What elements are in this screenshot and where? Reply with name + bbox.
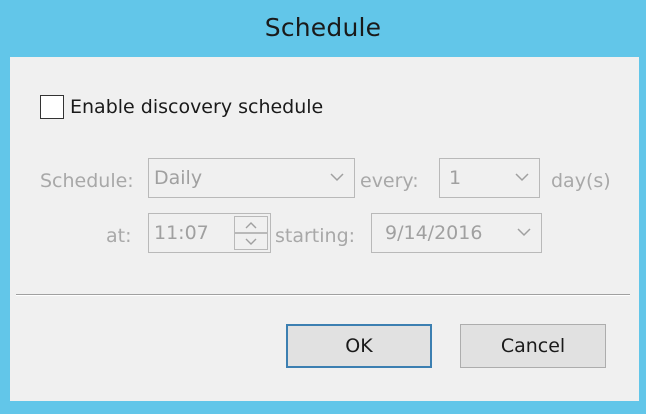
cancel-button[interactable]: Cancel bbox=[460, 324, 606, 368]
ok-button[interactable]: OK bbox=[286, 324, 432, 368]
every-label: every: bbox=[360, 170, 419, 192]
chevron-down-icon bbox=[245, 238, 257, 245]
at-label: at: bbox=[106, 225, 132, 247]
enable-schedule-label[interactable]: Enable discovery schedule bbox=[70, 95, 323, 119]
schedule-label: Schedule: bbox=[40, 170, 134, 192]
schedule-frequency-select[interactable]: Daily bbox=[148, 158, 355, 198]
chevron-down-icon bbox=[515, 173, 529, 182]
separator bbox=[16, 294, 630, 295]
window-title: Schedule bbox=[264, 12, 382, 42]
chevron-down-icon bbox=[517, 228, 531, 237]
time-spin-up-button[interactable] bbox=[234, 216, 268, 233]
chevron-down-icon bbox=[330, 173, 344, 182]
schedule-frequency-value: Daily bbox=[154, 167, 203, 189]
time-spin-down-button[interactable] bbox=[234, 233, 268, 250]
start-date-value: 9/14/2016 bbox=[385, 222, 483, 244]
start-date-picker[interactable]: 9/14/2016 bbox=[371, 213, 542, 253]
time-value: 11:07 bbox=[154, 222, 209, 244]
unit-label: day(s) bbox=[551, 170, 611, 192]
every-interval-select[interactable]: 1 bbox=[439, 158, 540, 198]
time-picker[interactable]: 11:07 bbox=[148, 213, 271, 253]
enable-schedule-checkbox[interactable] bbox=[40, 95, 64, 119]
dialog-body: Enable discovery schedule Schedule: Dail… bbox=[10, 57, 639, 401]
starting-label: starting: bbox=[275, 225, 356, 247]
every-interval-value: 1 bbox=[449, 167, 462, 189]
chevron-up-icon bbox=[245, 222, 257, 229]
title-bar[interactable]: Schedule bbox=[0, 0, 646, 56]
